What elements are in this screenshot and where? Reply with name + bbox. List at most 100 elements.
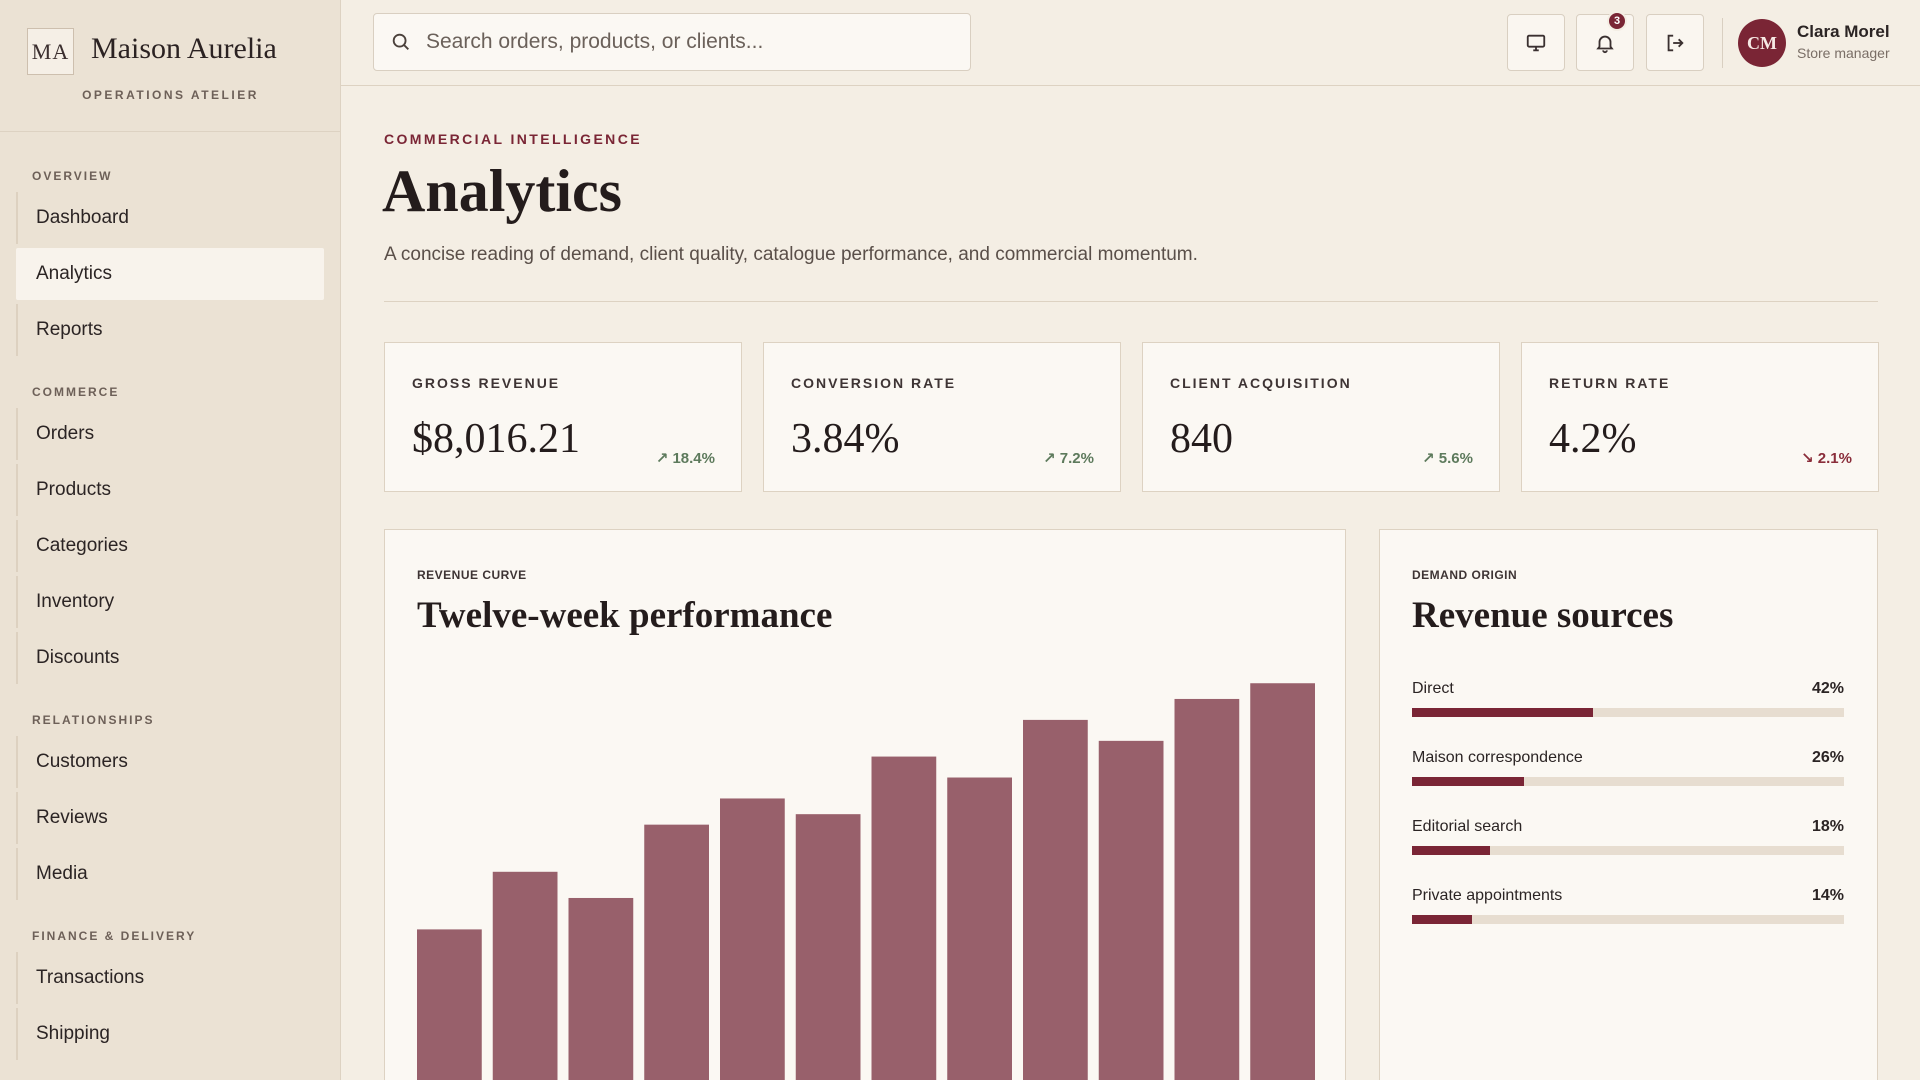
kpi-delta-value: 7.2% (1059, 450, 1094, 467)
display-button[interactable] (1507, 14, 1565, 71)
kpi-label: CLIENT ACQUISITION (1170, 375, 1352, 391)
sidebar-item-reviews[interactable]: Reviews (16, 792, 324, 844)
kpi-delta: ↗ 5.6% (1422, 449, 1473, 467)
kpi-delta: ↘ 2.1% (1801, 449, 1852, 467)
kpi-conversion-rate: CONVERSION RATE 3.84% ↗ 7.2% (763, 342, 1121, 492)
sidebar-item-shipping[interactable]: Shipping (16, 1008, 324, 1060)
app: MA Maison Aurelia OPERATIONS ATELIER OVE… (0, 0, 1920, 1080)
sidebar-item-dashboard[interactable]: Dashboard (16, 192, 324, 244)
nav-section-label: RELATIONSHIPS (32, 713, 155, 727)
nav-section-label: COMMERCE (32, 385, 120, 399)
source-progress-fill (1412, 915, 1473, 924)
kpi-delta-value: 18.4% (672, 450, 715, 467)
sidebar: MA Maison Aurelia OPERATIONS ATELIER OVE… (0, 0, 341, 1080)
panel-eyebrow: REVENUE CURVE (417, 568, 527, 582)
notifications-button[interactable]: 3 (1576, 11, 1634, 71)
kpi-value: 3.84% (791, 416, 900, 462)
panel-title: Twelve-week performance (417, 595, 833, 636)
source-row-maison-correspondence: Maison correspondence 26% (1412, 749, 1844, 795)
chart-bar-10[interactable] (1098, 740, 1164, 1080)
brand-subtitle: OPERATIONS ATELIER (82, 88, 259, 102)
sidebar-item-customers[interactable]: Customers (16, 736, 324, 788)
kpi-return-rate: RETURN RATE 4.2% ↘ 2.1% (1521, 342, 1879, 492)
source-label: Direct (1412, 680, 1454, 697)
sidebar-item-orders[interactable]: Orders (16, 408, 324, 460)
sidebar-item-reports[interactable]: Reports (16, 304, 324, 356)
sidebar-item-inventory[interactable]: Inventory (16, 576, 324, 628)
user-role: Store manager (1797, 45, 1890, 61)
kpi-value: 4.2% (1549, 416, 1637, 462)
source-percent: 26% (1811, 749, 1844, 766)
chart-bar-7[interactable] (871, 756, 937, 1080)
bell-icon (1596, 35, 1614, 53)
source-percent: 42% (1811, 680, 1844, 697)
sidebar-item-analytics[interactable]: Analytics (16, 248, 324, 300)
chart-bar-2[interactable] (492, 871, 558, 1080)
kpi-delta-value: 2.1% (1817, 450, 1852, 467)
avatar[interactable]: CM (1738, 19, 1786, 67)
nav-group: FINANCE & DELIVERY Transactions Shipping (0, 926, 340, 1060)
source-progress-fill (1412, 708, 1594, 717)
header-divider (384, 301, 1878, 302)
source-row-editorial-search: Editorial search 18% (1412, 818, 1844, 864)
kpi-value: $8,016.21 (412, 416, 580, 462)
panel-eyebrow: DEMAND ORIGIN (1412, 568, 1518, 582)
nav-group: COMMERCE Orders Products Categories Inventor… (0, 382, 340, 684)
search-input[interactable] (426, 30, 946, 54)
source-progress-track (1412, 915, 1844, 924)
brand-logo[interactable]: MA (27, 28, 74, 75)
kpi-value: 840 (1170, 416, 1233, 462)
nav-section-label: OVERVIEW (32, 169, 113, 183)
nav-group: RELATIONSHIPS Customers Reviews Media (0, 710, 340, 900)
sidebar-item-products[interactable]: Products (16, 464, 324, 516)
source-percent: 14% (1811, 887, 1844, 904)
page-title: Analytics (382, 158, 622, 224)
arrow-down-right-icon: ↘ (1801, 450, 1814, 467)
kpi-delta: ↗ 18.4% (656, 449, 715, 467)
chart-bar-9[interactable] (1023, 719, 1088, 1080)
sidebar-item-discounts[interactable]: Discounts (16, 632, 324, 684)
kpi-gross-revenue: GROSS REVENUE $8,016.21 ↗ 18.4% (384, 342, 742, 492)
kpi-client-acquisition: CLIENT ACQUISITION 840 ↗ 5.6% (1142, 342, 1500, 492)
revenue-curve-panel: REVENUE CURVE Twelve-week performance (384, 529, 1346, 1080)
arrow-up-right-icon: ↗ (1043, 450, 1056, 467)
chart-bar-11[interactable] (1174, 698, 1240, 1080)
chart-bar-4[interactable] (644, 824, 709, 1080)
kpi-delta: ↗ 7.2% (1043, 449, 1094, 467)
revenue-bar-chart (417, 683, 1315, 1080)
brand-name[interactable]: Maison Aurelia (91, 32, 277, 66)
logout-button[interactable] (1646, 14, 1704, 71)
sidebar-item-media[interactable]: Media (16, 848, 324, 900)
chart-bar-12[interactable] (1250, 683, 1315, 1080)
sidebar-item-transactions[interactable]: Transactions (16, 952, 324, 1004)
chart-bar-8[interactable] (947, 777, 1012, 1080)
topbar: 3 CM Clara Morel Store manager (341, 0, 1920, 86)
search-box[interactable] (373, 13, 971, 71)
panel-title: Revenue sources (1412, 595, 1674, 636)
notification-badge: 3 (1607, 11, 1627, 31)
main-content: COMMERCIAL INTELLIGENCE Analytics A conc… (341, 87, 1920, 1080)
source-progress-fill (1412, 777, 1525, 786)
chart-bar-6[interactable] (795, 814, 861, 1080)
brand: MA Maison Aurelia OPERATIONS ATELIER (0, 0, 340, 132)
chart-bar-3[interactable] (568, 897, 634, 1080)
source-progress-fill (1412, 846, 1490, 855)
monitor-icon (1526, 34, 1546, 51)
logout-icon (1667, 34, 1684, 51)
search-icon (392, 33, 409, 50)
nav-section-label: FINANCE & DELIVERY (32, 929, 197, 943)
chart-bar-5[interactable] (720, 798, 785, 1080)
user-name[interactable]: Clara Morel (1797, 22, 1890, 42)
source-progress-track (1412, 846, 1844, 855)
chart-bar-1[interactable] (417, 929, 482, 1080)
source-percent: 18% (1811, 818, 1844, 835)
topbar-divider (1722, 18, 1723, 68)
source-label: Maison correspondence (1412, 749, 1583, 766)
sidebar-item-categories[interactable]: Categories (16, 520, 324, 572)
source-progress-track (1412, 777, 1844, 786)
kpi-label: GROSS REVENUE (412, 375, 561, 391)
arrow-up-right-icon: ↗ (655, 450, 669, 467)
source-row-direct: Direct 42% (1412, 680, 1844, 726)
nav-group: OVERVIEW Dashboard Analytics Reports (0, 166, 340, 356)
page-description: A concise reading of demand, client qual… (384, 244, 1198, 265)
